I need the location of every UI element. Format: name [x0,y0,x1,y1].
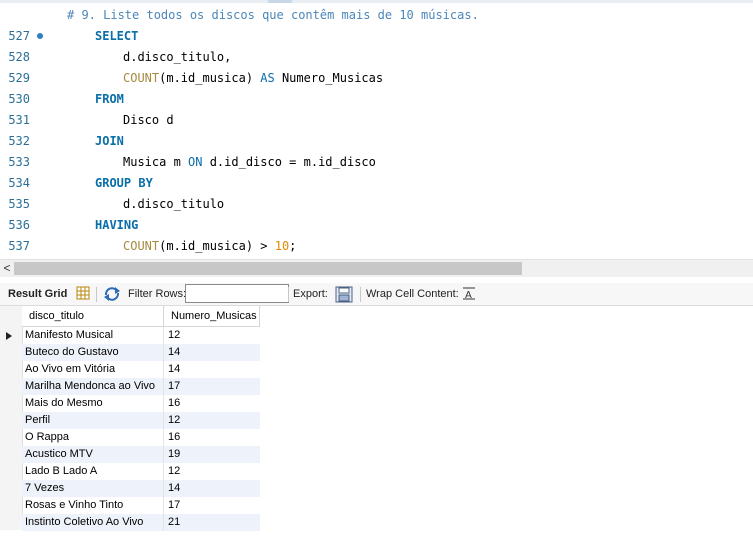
cell-disco-titulo[interactable]: Marilha Mendonca ao Vivo [22,378,164,395]
editor-top-strip [0,0,753,3]
table-row[interactable]: Ao Vivo em Vitória 14 [22,361,260,378]
export-label: Export: [293,288,328,300]
cell-numero-musicas[interactable]: 19 [164,446,260,463]
cell-disco-titulo[interactable]: Manifesto Musical [22,327,164,344]
editor-top-marker [268,0,292,3]
code-line-536[interactable]: 536 d.disco_titulo [0,194,753,232]
table-row[interactable]: Instinto Coletivo Ao Vivo 21 [22,514,260,531]
toolbar-divider [360,287,361,302]
keyword-having: HAVING [95,218,139,232]
code-text: COUNT(m.id_musica) > 10; [123,236,296,257]
code-text: d.disco_titulo [123,197,225,211]
cell-disco-titulo[interactable]: Acustico MTV [22,446,164,463]
table-row[interactable]: Buteco do Gustavo 14 [22,344,260,361]
cell-disco-titulo[interactable]: Mais do Mesmo [22,395,164,412]
cell-disco-titulo[interactable]: Rosas e Vinho Tinto [22,497,164,514]
line-number: 538 [0,257,30,258]
table-row[interactable]: Rosas e Vinho Tinto 17 [22,497,260,514]
row-selector-gutter[interactable] [0,306,23,530]
code-line-537[interactable]: 537 HAVING [0,215,753,253]
result-toolbar: Result Grid Filter Rows: Export: Wrap Ce… [0,283,753,306]
keyword-from: FROM [95,92,124,106]
refresh-icon[interactable] [103,286,121,305]
code-line-530[interactable]: 530 COUNT(m.id_musica) AS Numero_Musicas [0,68,753,106]
cell-disco-titulo[interactable]: Instinto Coletivo Ao Vivo [22,514,164,531]
cell-numero-musicas[interactable]: 12 [164,327,260,344]
code-text: Numero_Musicas [274,71,384,85]
export-icon[interactable] [335,286,353,306]
cell-numero-musicas[interactable]: 14 [164,361,260,378]
cell-numero-musicas[interactable]: 12 [164,412,260,429]
number-literal: 10 [274,239,290,253]
toolbar-divider [96,287,97,302]
table-row[interactable]: Mais do Mesmo 16 [22,395,260,412]
cell-numero-musicas[interactable]: 12 [164,463,260,480]
cell-numero-musicas[interactable]: 17 [164,378,260,395]
code-text: Musica m ON d.id_disco = m.id_disco [123,152,376,173]
cell-disco-titulo[interactable]: Perfil [22,412,164,429]
table-row[interactable]: Lado B Lado A 12 [22,463,260,480]
code-text: (m.id_musica) > [159,239,275,253]
code-line-534[interactable]: 534 Musica m ON d.id_disco = m.id_disco [0,152,753,190]
table-row[interactable]: Marilha Mendonca ao Vivo 17 [22,378,260,395]
code-line-538[interactable]: 538 COUNT(m.id_musica) > 10; [0,236,753,257]
function-count: COUNT [123,71,160,85]
cell-numero-musicas[interactable]: 16 [164,429,260,446]
keyword-on: ON [188,155,203,169]
code-text: Disco d [123,113,174,127]
table-row[interactable]: O Rappa 16 [22,429,260,446]
horizontal-scrollbar[interactable]: < [0,259,753,277]
code-text: d.id_disco = m.id_disco [202,155,376,169]
table-row[interactable]: Manifesto Musical 12 [22,327,260,344]
table-row[interactable]: 7 Vezes 14 [22,480,260,497]
wrap-text-icon[interactable]: A [462,286,476,303]
cell-numero-musicas[interactable]: 21 [164,514,260,531]
grid-view-icon[interactable] [76,286,90,303]
table-row[interactable]: Acustico MTV 19 [22,446,260,463]
cell-numero-musicas[interactable]: 17 [164,497,260,514]
cell-disco-titulo[interactable]: Ao Vivo em Vitória [22,361,164,378]
cell-disco-titulo[interactable]: 7 Vezes [22,480,164,497]
cell-disco-titulo[interactable]: Lado B Lado A [22,463,164,480]
scroll-left-icon[interactable]: < [1,260,13,277]
code-line-533[interactable]: 533 JOIN [0,131,753,169]
wrap-cell-label: Wrap Cell Content: [366,288,459,300]
column-header-disco-titulo[interactable]: disco_titulo [22,306,164,326]
keyword-group-by: GROUP BY [95,176,153,190]
table-row[interactable]: Perfil 12 [22,412,260,429]
toolbar-divider [288,287,289,302]
code-line-528[interactable]: 528 SELECT [0,26,753,64]
current-row-arrow-icon [6,332,12,340]
code-line-531[interactable]: 531 FROM [0,89,753,127]
keyword-join: JOIN [95,134,124,148]
code-text: (m.id_musica) [159,71,261,85]
cell-numero-musicas[interactable]: 14 [164,480,260,497]
cell-disco-titulo[interactable]: O Rappa [22,429,164,446]
cell-numero-musicas[interactable]: 16 [164,395,260,412]
code-text: Musica m [123,155,189,169]
function-count: COUNT [123,239,160,253]
keyword-as: AS [260,71,275,85]
code-text: d.disco_titulo, [123,50,232,64]
filter-rows-label: Filter Rows: [128,288,187,300]
scrollbar-thumb[interactable] [14,262,522,275]
code-line-532[interactable]: 532 Disco d [0,110,753,148]
filter-rows-input[interactable] [185,284,289,303]
code-comment: # 9. Liste todos os discos que contêm ma… [67,8,479,22]
cell-numero-musicas[interactable]: 14 [164,344,260,361]
code-line-535[interactable]: 535 GROUP BY [0,173,753,211]
cell-disco-titulo[interactable]: Buteco do Gustavo [22,344,164,361]
grid-header: disco_titulo Numero_Musicas [22,306,260,327]
code-line-529[interactable]: 529 d.disco_titulo, [0,47,753,85]
code-text: COUNT(m.id_musica) AS Numero_Musicas [123,68,383,89]
code-text: ; [289,239,297,253]
sql-editor[interactable]: 527 # 9. Liste todos os discos que contê… [0,0,753,258]
column-header-numero-musicas[interactable]: Numero_Musicas [164,306,260,326]
keyword-select: SELECT [95,29,139,43]
statement-marker-icon[interactable] [37,33,43,39]
result-grid-tab[interactable]: Result Grid [8,283,67,305]
code-line-527[interactable]: 527 # 9. Liste todos os discos que contê… [0,5,753,43]
